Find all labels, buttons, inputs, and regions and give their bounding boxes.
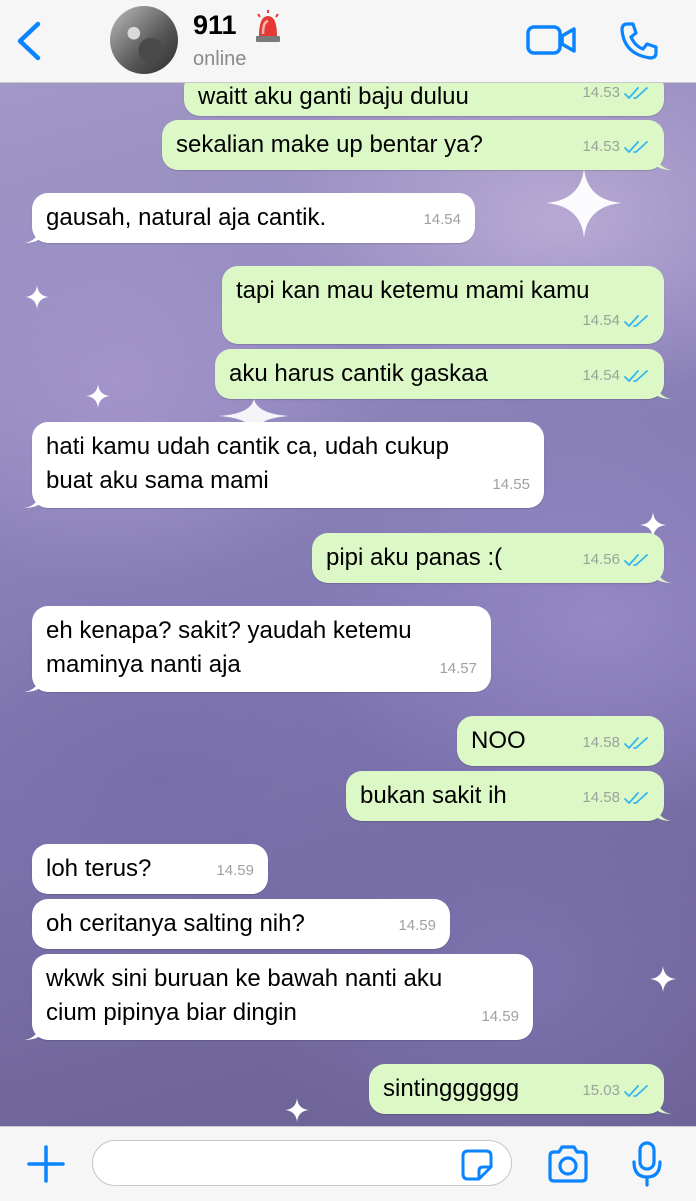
outgoing-message[interactable]: pipi aku panas :(14.56 <box>312 533 672 583</box>
message-text: eh kenapa? sakit? yaudah ketemu <box>46 617 412 644</box>
double-check-icon <box>624 1085 648 1097</box>
message-time: 14.55 <box>492 468 530 502</box>
message-text: maminya nanti aja <box>46 651 241 678</box>
outgoing-message[interactable]: sintingggggg 15.03 <box>369 1064 672 1114</box>
video-camera-icon[interactable] <box>526 22 576 58</box>
double-check-icon <box>624 554 648 566</box>
contact-name[interactable]: 911 <box>193 10 237 41</box>
sparkle-icon <box>650 966 676 992</box>
outgoing-message[interactable]: sekalian make up bentar ya? 14.53 <box>162 120 672 170</box>
outgoing-message[interactable]: NOO 14.58 <box>457 716 664 766</box>
message-timestamp: 14.59 <box>398 917 436 934</box>
message-text: cium pipinya biar dingin <box>46 999 297 1026</box>
message-text: sekalian make up bentar ya? <box>176 131 483 158</box>
message-timestamp: 14.54 <box>582 367 620 384</box>
message-time: 15.03 <box>582 1074 650 1108</box>
microphone-icon[interactable] <box>630 1141 664 1187</box>
incoming-message[interactable]: oh ceritanya salting nih? 14.59 <box>32 899 450 949</box>
bubble-tail <box>656 154 672 170</box>
sparkle-icon <box>86 384 110 408</box>
bubble-tail <box>656 383 672 399</box>
bubble-tail <box>656 805 672 821</box>
composer-bar <box>0 1126 696 1201</box>
message-text: wkwk sini buruan ke bawah nanti aku <box>46 965 443 992</box>
message-text: tapi kan mau ketemu mami kamu <box>236 277 590 304</box>
incoming-message[interactable]: gausah, natural aja cantik. 14.54 <box>24 193 475 243</box>
message-time: 14.58 <box>582 781 650 815</box>
double-check-icon <box>624 737 648 749</box>
double-check-icon <box>624 141 648 153</box>
chat-header: 911 online <box>0 0 696 83</box>
message-timestamp: 14.57 <box>439 660 477 677</box>
chevron-left-icon[interactable] <box>10 18 50 64</box>
incoming-message[interactable]: loh terus? 14.59 <box>32 844 268 894</box>
message-time: 14.57 <box>439 652 477 686</box>
message-time: 14.53 <box>582 130 650 164</box>
incoming-message[interactable]: hati kamu udah cantik ca, udah cukup buat… <box>24 422 544 508</box>
message-timestamp: 14.54 <box>582 312 620 329</box>
message-timestamp: 14.59 <box>216 862 254 879</box>
sticker-icon[interactable] <box>460 1148 494 1182</box>
message-time: 14.59 <box>216 854 254 888</box>
camera-icon[interactable] <box>546 1144 590 1184</box>
bubble-tail <box>24 227 40 243</box>
message-time: 14.59 <box>481 1000 519 1034</box>
sparkle-icon <box>25 285 49 309</box>
message-timestamp: 14.58 <box>582 789 620 806</box>
double-check-icon <box>624 87 648 99</box>
bubble-tail <box>24 676 40 692</box>
message-timestamp: 14.56 <box>582 551 620 568</box>
outgoing-message[interactable]: tapi kan mau ketemu mami kamu 14.54 <box>222 266 664 344</box>
message-timestamp: 14.54 <box>423 211 461 228</box>
avatar[interactable] <box>110 6 178 74</box>
message-time: 14.54 <box>582 359 650 393</box>
message-input[interactable] <box>92 1140 512 1186</box>
bubble-tail <box>656 1098 672 1114</box>
outgoing-message[interactable]: aku harus cantik gaskaa 14.54 <box>215 349 672 399</box>
message-time: 14.58 <box>582 726 650 760</box>
phone-icon[interactable] <box>618 20 660 62</box>
message-timestamp: 14.58 <box>582 734 620 751</box>
message-time: 14.54 <box>423 203 461 237</box>
message-timestamp: 15.03 <box>582 1082 620 1099</box>
siren-icon <box>256 10 280 42</box>
sparkle-icon <box>285 1098 309 1122</box>
message-time: 14.59 <box>398 909 436 943</box>
message-time: 14.54 <box>582 304 650 338</box>
message-time: 14.56 <box>582 543 650 577</box>
message-timestamp: 14.55 <box>492 476 530 493</box>
double-check-icon <box>624 792 648 804</box>
incoming-message[interactable]: wkwk sini buruan ke bawah nanti aku cium … <box>24 954 533 1040</box>
message-text: hati kamu udah cantik ca, udah cukup <box>46 433 449 460</box>
message-text: oh ceritanya salting nih? <box>46 910 305 937</box>
contact-status: online <box>193 48 247 70</box>
bubble-tail <box>656 567 672 583</box>
incoming-message[interactable]: eh kenapa? sakit? yaudah ketemu maminya n… <box>24 606 491 692</box>
bubble-tail <box>24 1024 40 1040</box>
message-text: gausah, natural aja cantik. <box>46 204 327 231</box>
message-timestamp: 14.53 <box>582 138 620 155</box>
plus-icon[interactable] <box>26 1144 66 1184</box>
double-check-icon <box>624 370 648 382</box>
message-text: buat aku sama mami <box>46 467 269 494</box>
bubble-tail <box>24 492 40 508</box>
sparkle-icon <box>546 168 622 238</box>
message-timestamp: 14.59 <box>481 1008 519 1025</box>
double-check-icon <box>624 315 648 327</box>
outgoing-message[interactable]: bukan sakit ih 14.58 <box>346 771 672 821</box>
